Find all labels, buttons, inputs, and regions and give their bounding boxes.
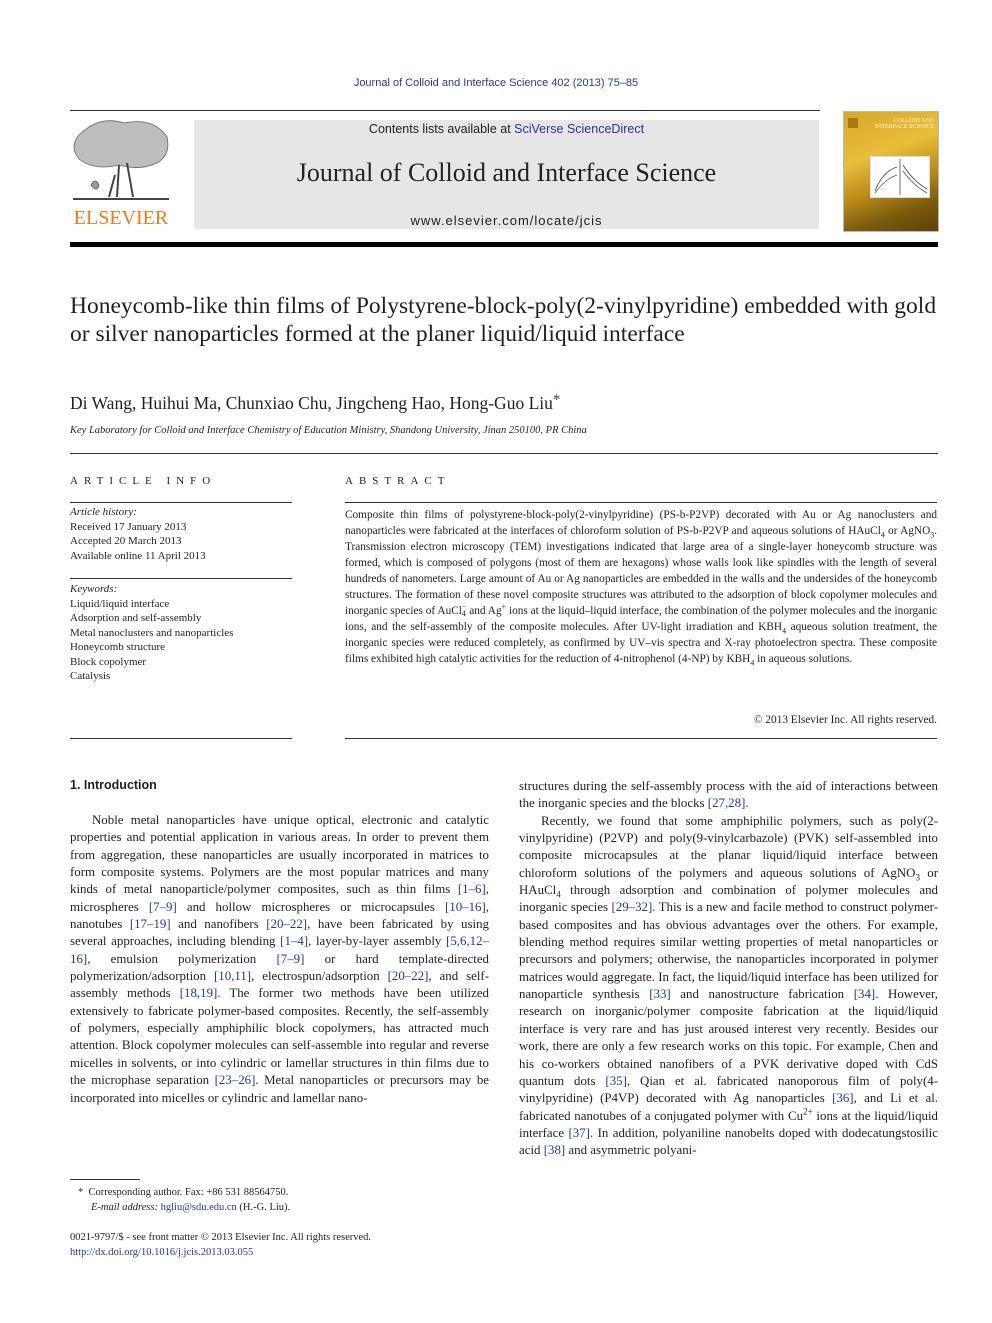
cover-title: COLLOID AND INTERFACE SCIENCE bbox=[874, 118, 934, 130]
article-info-rule bbox=[70, 502, 292, 503]
journal-title: Journal of Colloid and Interface Science bbox=[296, 158, 717, 187]
footnote-text: Corresponding author. Fax: +86 531 88564… bbox=[88, 1187, 289, 1198]
contents-prefix: Contents lists available at bbox=[368, 122, 515, 136]
intro-right-column: structures during the self-assembly proc… bbox=[519, 778, 938, 1160]
keyword: Metal nanoclusters and nanoparticles bbox=[70, 626, 234, 639]
journal-url[interactable]: www.elsevier.com/locate/jcis bbox=[194, 213, 819, 228]
keyword: Adsorption and self-assembly bbox=[70, 612, 202, 624]
elsevier-logo[interactable]: ELSEVIER bbox=[66, 115, 176, 233]
history-received: Received 17 January 2013 bbox=[70, 520, 187, 533]
email-label: E-mail address: bbox=[91, 1202, 158, 1213]
abstract-bottom-rule bbox=[345, 738, 937, 739]
elsevier-wordmark: ELSEVIER bbox=[73, 207, 169, 229]
citation-link[interactable]: [1–4] bbox=[280, 934, 308, 948]
intro-paragraph: Noble metal nanoparticles have unique op… bbox=[70, 813, 489, 1105]
header-divider bbox=[70, 453, 938, 454]
citation-link[interactable]: [36] bbox=[832, 1091, 853, 1105]
abstract-rule bbox=[345, 502, 937, 503]
keyword: Catalysis bbox=[70, 670, 111, 682]
issn-line: 0021-9797/$ - see front matter © 2013 El… bbox=[70, 1232, 372, 1243]
keywords: Keywords: Liquid/liquid interface Adsorp… bbox=[70, 582, 292, 684]
contents-line: Contents lists available at SciVerse Sci… bbox=[194, 122, 819, 136]
abstract-heading: ABSTRACT bbox=[345, 475, 451, 487]
authors-text: Di Wang, Huihui Ma, Chunxiao Chu, Jingch… bbox=[70, 393, 553, 413]
top-rule bbox=[70, 110, 820, 111]
article-info-bottom-rule bbox=[70, 738, 292, 739]
intro-left-column: Noble metal nanoparticles have unique op… bbox=[70, 812, 489, 1107]
citation-link[interactable]: [7–9] bbox=[149, 900, 177, 914]
running-head[interactable]: Journal of Colloid and Interface Science… bbox=[0, 77, 992, 89]
citation-link[interactable]: [18,19] bbox=[180, 986, 218, 1000]
front-matter: 0021-9797/$ - see front matter © 2013 El… bbox=[70, 1230, 500, 1260]
journal-cover-thumbnail[interactable]: COLLOID AND INTERFACE SCIENCE bbox=[843, 111, 939, 232]
history-accepted: Accepted 20 March 2013 bbox=[70, 535, 182, 547]
history-online: Available online 11 April 2013 bbox=[70, 549, 206, 562]
footnote-mark: * bbox=[78, 1187, 84, 1198]
history-label: Article history: bbox=[70, 506, 137, 518]
footnote-rule bbox=[70, 1179, 140, 1180]
citation-link[interactable]: [17–19] bbox=[130, 917, 171, 931]
citation-link[interactable]: [10,11] bbox=[214, 969, 251, 983]
citation-link[interactable]: [34] bbox=[854, 987, 875, 1001]
sciencedirect-link[interactable]: SciVerse ScienceDirect bbox=[514, 122, 644, 136]
keywords-rule bbox=[70, 578, 292, 579]
abstract-copyright: © 2013 Elsevier Inc. All rights reserved… bbox=[753, 714, 937, 726]
keyword: Liquid/liquid interface bbox=[70, 597, 170, 610]
citation-link[interactable]: [1–6] bbox=[458, 882, 486, 896]
citation-link[interactable]: [37] bbox=[568, 1126, 589, 1140]
corresponding-author-footnote: * Corresponding author. Fax: +86 531 885… bbox=[70, 1185, 500, 1215]
citation-link[interactable]: [38] bbox=[544, 1143, 565, 1157]
citation-link[interactable]: [29–32] bbox=[611, 900, 652, 914]
abstract-text: Composite thin films of polystyrene-bloc… bbox=[345, 509, 938, 668]
keyword: Block copolymer bbox=[70, 655, 147, 668]
affiliation: Key Laboratory for Colloid and Interface… bbox=[70, 425, 587, 436]
citation-link[interactable]: [20–22] bbox=[266, 917, 307, 931]
author-list: Di Wang, Huihui Ma, Chunxiao Chu, Jingch… bbox=[70, 392, 560, 414]
section-heading-introduction: 1. Introduction bbox=[70, 778, 157, 792]
corresponding-author-link[interactable]: * bbox=[553, 392, 561, 408]
intro-paragraph-continued: structures during the self-assembly proc… bbox=[519, 779, 938, 811]
citation-link[interactable]: [23–26] bbox=[215, 1073, 256, 1087]
email-link[interactable]: hgliu@sdu.edu.cn bbox=[161, 1202, 237, 1213]
article-title: Honeycomb-like thin films of Polystyrene… bbox=[70, 293, 937, 347]
citation-link[interactable]: [35] bbox=[605, 1074, 626, 1088]
doi-link[interactable]: http://dx.doi.org/10.1016/j.jcis.2013.03… bbox=[70, 1247, 253, 1258]
keywords-label: Keywords: bbox=[70, 583, 118, 595]
article-history: Article history: Received 17 January 201… bbox=[70, 505, 292, 563]
citation-link[interactable]: [20–22] bbox=[388, 969, 429, 983]
citation-link[interactable]: [33] bbox=[649, 987, 670, 1001]
citation-link[interactable]: [7–9] bbox=[276, 952, 304, 966]
intro-paragraph: Recently, we found that some amphiphilic… bbox=[519, 813, 939, 1158]
masthead-rule bbox=[70, 242, 938, 247]
email-suffix: (H.-G. Liu). bbox=[236, 1202, 291, 1213]
cover-plot-image bbox=[870, 156, 930, 198]
citation-link[interactable]: [10–16] bbox=[445, 900, 486, 914]
citation-link[interactable]: [27,28] bbox=[708, 796, 746, 810]
journal-banner: Contents lists available at SciVerse Sci… bbox=[194, 120, 819, 229]
cover-publisher-icon bbox=[848, 118, 858, 128]
keyword: Honeycomb structure bbox=[70, 641, 165, 653]
elsevier-tree-icon bbox=[69, 115, 173, 207]
article-info-heading: ARTICLE INFO bbox=[70, 475, 217, 487]
